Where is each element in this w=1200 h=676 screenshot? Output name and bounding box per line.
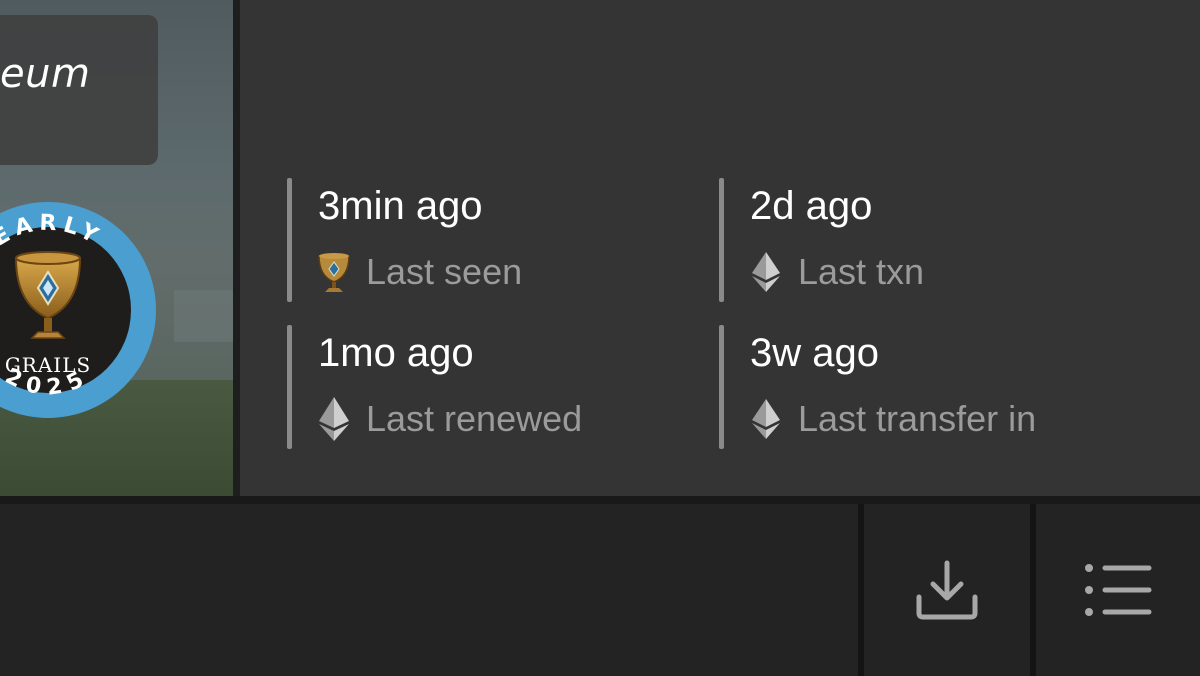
profile-view: eum EARLY 2025	[0, 0, 1200, 676]
stat-accent-bar	[719, 325, 724, 449]
stat-value: 2d ago	[750, 184, 873, 228]
nft-image[interactable]: eum EARLY 2025	[0, 0, 236, 500]
list-icon	[1085, 564, 1152, 616]
download-icon	[916, 560, 978, 620]
stat-value: 1mo ago	[318, 331, 474, 375]
ethereum-icon	[752, 399, 780, 439]
stat-accent-bar	[719, 178, 724, 302]
stat-accent-bar	[287, 325, 292, 449]
grail-cup-icon	[318, 253, 350, 292]
name-card-text: eum	[0, 51, 91, 97]
stat-value: 3min ago	[318, 184, 483, 228]
list-view-button[interactable]	[1036, 504, 1200, 676]
name-card: eum	[0, 15, 158, 165]
panel-divider	[233, 0, 240, 500]
stat-value: 3w ago	[750, 331, 879, 375]
stat-label: Last txn	[798, 251, 925, 292]
badge-name-text: GRAILS	[5, 353, 91, 377]
early-grails-badge: EARLY 2025 GRAILS	[0, 202, 156, 418]
toolbar-separator	[0, 496, 1200, 504]
stat-accent-bar	[287, 178, 292, 302]
stat-label: Last renewed	[366, 398, 583, 439]
stat-label: Last seen	[366, 251, 523, 292]
stat-label: Last transfer in	[798, 398, 1037, 439]
image-block	[174, 290, 236, 342]
activity-panel: 3min ago Last seen 2d ago Last txn 1mo a…	[240, 0, 1200, 496]
ethereum-icon	[752, 252, 780, 292]
download-button[interactable]	[864, 504, 1030, 676]
ethereum-icon	[319, 397, 349, 441]
